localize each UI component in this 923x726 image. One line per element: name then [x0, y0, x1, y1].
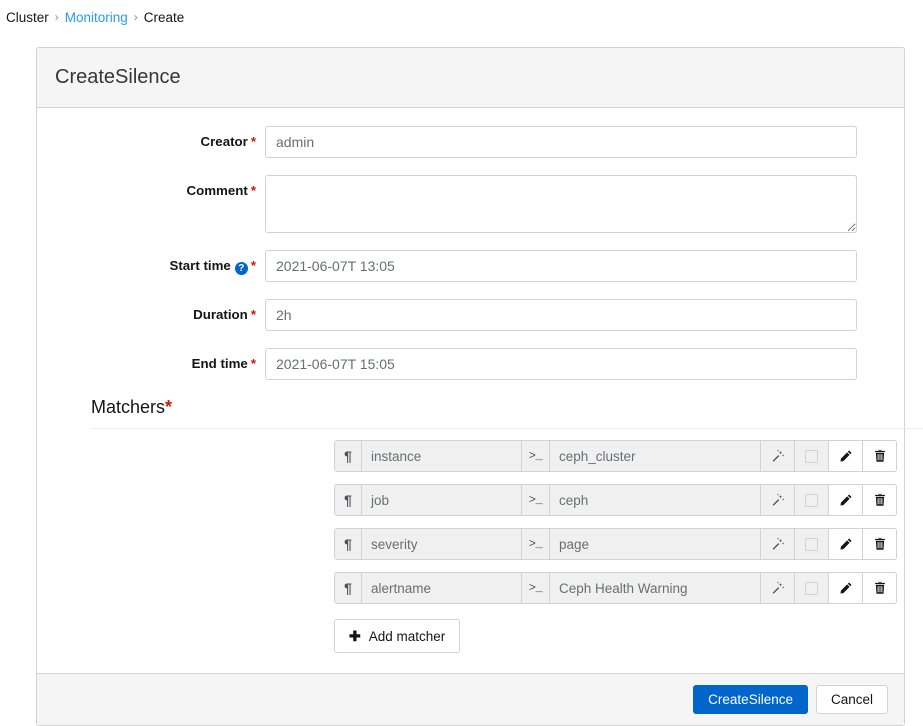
pilcrow-icon: ¶: [334, 528, 362, 560]
matchers-heading: Matchers*: [91, 397, 888, 418]
form-row-comment: Comment *: [53, 175, 888, 233]
edit-matcher-button[interactable]: [829, 572, 863, 604]
breadcrumb: Cluster › Monitoring › Create: [0, 0, 923, 30]
matcher-row: ¶ job >_ ceph: [334, 484, 897, 516]
form-row-creator: Creator *: [53, 126, 888, 158]
start-time-label-text: Start time: [169, 258, 231, 273]
matcher-row: ¶ instance >_ ceph_cluster: [334, 440, 897, 472]
matcher-name-input[interactable]: instance: [362, 440, 522, 472]
form-row-duration: Duration *: [53, 299, 888, 331]
creator-label: Creator *: [53, 126, 265, 149]
matcher-regex-checkbox[interactable]: [795, 572, 829, 604]
magic-wand-icon[interactable]: [761, 484, 795, 516]
plus-icon: ✚: [349, 627, 361, 644]
pilcrow-icon: ¶: [334, 572, 362, 604]
create-silence-submit-button[interactable]: CreateSilence: [693, 685, 808, 714]
end-time-input[interactable]: [265, 348, 857, 380]
card-footer: CreateSilence Cancel: [37, 673, 904, 725]
required-asterisk: *: [250, 134, 256, 149]
create-silence-card: CreateSilence Creator* Comment* Start ti…: [36, 47, 923, 726]
delete-matcher-button[interactable]: [863, 440, 897, 472]
matcher-regex-checkbox[interactable]: [795, 484, 829, 516]
pilcrow-icon: ¶: [334, 484, 362, 516]
matcher-list: ¶ instance >_ ceph_cluster ¶ job >_ ceph ¶ severi…: [53, 440, 897, 604]
matcher-value-input[interactable]: ceph_cluster: [550, 440, 761, 472]
add-matcher-label: Add matcher: [368, 628, 446, 644]
comment-textarea[interactable]: [265, 175, 857, 233]
matcher-value-input[interactable]: Ceph Health Warning: [550, 572, 761, 604]
breadcrumb-item-monitoring[interactable]: Monitoring: [65, 10, 128, 25]
end-time-label-text: End time: [191, 356, 248, 371]
checkbox-box-icon: [805, 449, 818, 463]
comment-label: Comment *: [53, 175, 265, 198]
duration-label: Duration *: [53, 299, 265, 322]
matcher-regex-checkbox[interactable]: [795, 440, 829, 472]
checkbox-box-icon: [805, 537, 818, 551]
magic-wand-icon[interactable]: [761, 440, 795, 472]
terminal-icon: >_: [522, 572, 550, 604]
form-row-end-time: End time *: [53, 348, 888, 380]
matcher-row: ¶ severity >_ page: [334, 528, 897, 560]
question-circle-icon[interactable]: ?: [234, 262, 248, 275]
duration-label-text: Duration: [193, 307, 248, 322]
page-title: CreateSilence: [37, 48, 904, 108]
matcher-regex-checkbox[interactable]: [795, 528, 829, 560]
terminal-icon: >_: [522, 528, 550, 560]
start-time-input[interactable]: [265, 250, 857, 282]
checkbox-box-icon: [805, 581, 818, 595]
matcher-value-input[interactable]: ceph: [550, 484, 761, 516]
delete-matcher-button[interactable]: [863, 572, 897, 604]
end-time-label: End time *: [53, 348, 265, 371]
matchers-heading-text: Matchers: [91, 397, 166, 417]
required-asterisk: *: [250, 258, 256, 273]
pilcrow-icon: ¶: [334, 440, 362, 472]
magic-wand-icon[interactable]: [761, 528, 795, 560]
breadcrumb-separator-icon: ›: [54, 10, 59, 24]
form-body: Creator* Comment* Start time?* Duration*: [37, 108, 923, 673]
delete-matcher-button[interactable]: [863, 528, 897, 560]
breadcrumb-separator-icon: ›: [133, 10, 138, 24]
add-matcher-button[interactable]: ✚ Add matcher: [334, 619, 461, 653]
matcher-value-input[interactable]: page: [550, 528, 761, 560]
required-asterisk: *: [250, 356, 256, 371]
delete-matcher-button[interactable]: [863, 484, 897, 516]
terminal-icon: >_: [522, 484, 550, 516]
duration-input[interactable]: [265, 299, 857, 331]
matcher-row: ¶ alertname >_ Ceph Health Warning: [334, 572, 897, 604]
required-asterisk: *: [250, 183, 256, 198]
matcher-name-input[interactable]: alertname: [362, 572, 522, 604]
magic-wand-icon[interactable]: [761, 572, 795, 604]
edit-matcher-button[interactable]: [829, 484, 863, 516]
required-asterisk: *: [250, 307, 256, 322]
terminal-icon: >_: [522, 440, 550, 472]
start-time-label: Start time? *: [53, 250, 265, 275]
checkbox-box-icon: [805, 493, 818, 507]
creator-input[interactable]: [265, 126, 857, 158]
breadcrumb-item-create: Create: [143, 9, 185, 25]
matcher-name-input[interactable]: severity: [362, 528, 522, 560]
matchers-divider: [91, 428, 923, 429]
breadcrumb-item-cluster[interactable]: Cluster: [6, 10, 49, 25]
comment-label-text: Comment: [186, 183, 248, 198]
required-asterisk: *: [165, 397, 173, 417]
form-row-start-time: Start time? *: [53, 250, 888, 282]
creator-label-text: Creator: [200, 134, 248, 149]
cancel-button[interactable]: Cancel: [815, 685, 888, 714]
matcher-name-input[interactable]: job: [362, 484, 522, 516]
edit-matcher-button[interactable]: [829, 528, 863, 560]
edit-matcher-button[interactable]: [829, 440, 863, 472]
